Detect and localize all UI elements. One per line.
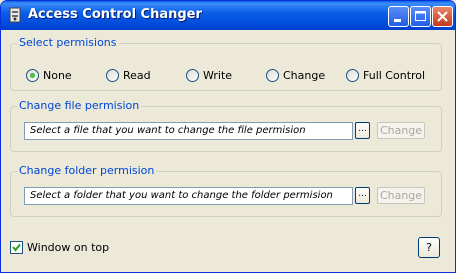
window-on-top-checkbox[interactable] (10, 241, 23, 254)
folder-path-field[interactable]: Select a folder that you want to change … (24, 187, 353, 205)
minimize-icon (394, 19, 401, 22)
main-window: Access Control Changer Select permisions… (0, 0, 456, 273)
radio-label: Change (283, 69, 326, 82)
minimize-button[interactable] (388, 6, 409, 27)
radio-button[interactable] (346, 69, 359, 82)
radio-label: Write (203, 69, 233, 82)
folder-legend: Change folder permision (17, 164, 157, 177)
maximize-icon (415, 11, 426, 21)
folder-change-button[interactable]: Change (377, 187, 425, 204)
close-icon (437, 11, 448, 22)
folder-group: Change folder permision Select a folder … (10, 164, 442, 217)
radio-button[interactable] (26, 69, 39, 82)
file-browse-button[interactable]: ... (355, 122, 370, 139)
permissions-legend: Select permisions (17, 36, 119, 49)
file-legend: Change file permision (17, 99, 142, 112)
close-button[interactable] (432, 6, 453, 27)
window-title: Access Control Changer (28, 7, 202, 22)
app-icon (9, 7, 21, 23)
radio-button[interactable] (186, 69, 199, 82)
file-group: Change file permision Select a file that… (10, 99, 442, 152)
radio-button[interactable] (266, 69, 279, 82)
file-path-field[interactable]: Select a file that you want to change th… (24, 122, 353, 140)
folder-browse-button[interactable]: ... (355, 187, 370, 204)
checkmark-icon (12, 243, 21, 252)
title-bar[interactable]: Access Control Changer (1, 1, 455, 30)
radio-label: Read (123, 69, 151, 82)
maximize-button[interactable] (410, 6, 431, 27)
file-change-button[interactable]: Change (377, 122, 425, 139)
radio-button[interactable] (106, 69, 119, 82)
permissions-group: Select permisions None Read Write Change… (10, 36, 442, 91)
help-button[interactable]: ? (418, 237, 440, 258)
radio-label: Full Control (363, 69, 426, 82)
window-on-top-label[interactable]: Window on top (27, 241, 109, 254)
radio-label: None (43, 69, 72, 82)
